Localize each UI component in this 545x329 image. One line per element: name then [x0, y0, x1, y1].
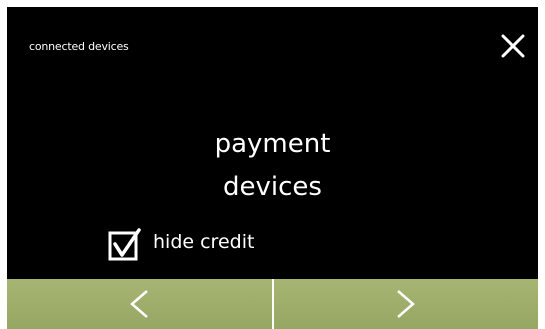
previous-button[interactable]	[7, 279, 274, 329]
close-button[interactable]	[496, 29, 530, 63]
breadcrumb: connected devices	[29, 40, 129, 53]
chevron-right-icon	[396, 290, 415, 318]
page-title-line-1: payment	[214, 129, 331, 159]
hide-credit-toggle[interactable]: hide credit	[107, 225, 254, 265]
hide-credit-label: hide credit	[153, 231, 255, 253]
close-icon	[501, 34, 525, 58]
checkbox-checked-icon[interactable]	[107, 228, 141, 262]
footer-nav	[7, 279, 538, 329]
next-button[interactable]	[273, 279, 538, 329]
device-screen: connected devices payment devices hide c…	[7, 7, 538, 329]
chevron-left-icon	[130, 290, 149, 318]
page-title-line-2: devices	[223, 172, 322, 202]
